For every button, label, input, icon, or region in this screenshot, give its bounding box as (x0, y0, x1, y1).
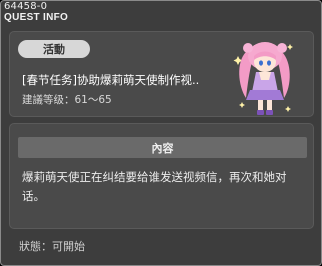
section-header-content: 內容 (18, 137, 307, 158)
quest-name: [春节任务]协助爆莉萌天使制作视.. (22, 73, 200, 87)
quest-level-range: 61～65 (74, 94, 112, 106)
quest-description: 爆莉萌天使正在纠结要给谁发送视频信，再次和她对话。 (22, 170, 287, 203)
quest-level: 建議等级：61～65 (22, 92, 112, 107)
quest-level-label: 建議等级： (22, 94, 75, 106)
npc-angelic-buster-portrait (233, 42, 293, 115)
quest-detail-card: 內容 爆莉萌天使正在纠结要给谁发送视频信，再次和她对话。 (9, 123, 314, 229)
quest-category-badge: 活動 (18, 40, 90, 58)
window-title-text: QUEST INFO (4, 12, 69, 23)
quest-status: 狀態：可開始 (19, 238, 85, 254)
window-title: QUEST INFO (4, 12, 68, 23)
status-label: 狀態： (19, 240, 52, 253)
status-value: 可開始 (52, 240, 85, 253)
quest-info-window: 64458-0 QUEST INFO 活動 [春节任务]协助爆莉萌天使制作视..… (0, 0, 322, 266)
quest-summary-card: 活動 [春节任务]协助爆莉萌天使制作视.. 建議等级：61～65 (9, 31, 314, 117)
